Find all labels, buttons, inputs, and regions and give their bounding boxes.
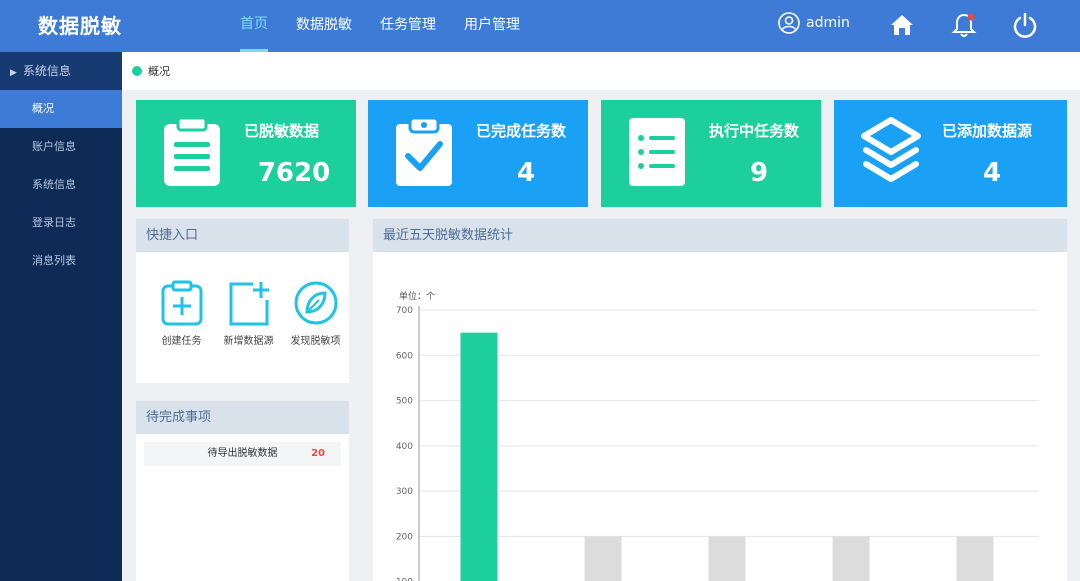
home-icon[interactable] xyxy=(888,11,916,39)
y-tick-label: 200 xyxy=(396,532,413,542)
y-tick-label: 300 xyxy=(396,487,413,497)
chart-bar[interactable] xyxy=(708,536,746,581)
sidebar-item-login-log[interactable]: 登录日志 xyxy=(0,204,122,242)
quick-entry-list: 创建任务 新增数据源 发现脱敏项 xyxy=(136,252,349,347)
sidebar: ▶ 系统信息 概况 账户信息 系统信息 登录日志 消息列表 xyxy=(0,52,122,581)
user-menu[interactable]: admin xyxy=(778,12,850,34)
stat-value: 4 xyxy=(516,158,536,188)
stat-label: 已完成任务数 xyxy=(476,122,567,140)
discover-mask-items-label: 发现脱敏项 xyxy=(290,336,341,347)
chart-bar[interactable] xyxy=(956,536,994,581)
stat-value: 9 xyxy=(749,158,769,188)
y-tick-label: 700 xyxy=(396,306,413,316)
app-logo: 数据脱敏 xyxy=(38,14,122,38)
nav-data-masking[interactable]: 数据脱敏 xyxy=(296,0,352,52)
breadcrumb-current: 概况 xyxy=(148,65,170,78)
nav-home[interactable]: 首页 xyxy=(240,0,268,52)
todo-title: 待完成事项 xyxy=(136,401,349,434)
main-nav: 首页 数据脱敏 任务管理 用户管理 xyxy=(240,0,548,52)
nav-task-management[interactable]: 任务管理 xyxy=(380,0,436,52)
todo-panel: 待完成事项 待导出脱敏数据 20 xyxy=(136,401,349,581)
y-tick-label: 600 xyxy=(396,351,413,361)
stat-value: 4 xyxy=(982,158,1002,188)
stat-value: 7620 xyxy=(257,158,331,188)
add-data-source-button[interactable]: 新增数据源 xyxy=(215,280,282,347)
y-tick-label: 500 xyxy=(396,397,413,407)
chart-title: 最近五天脱敏数据统计 xyxy=(373,219,1067,252)
todo-item-count: 20 xyxy=(311,448,325,459)
sidebar-section-label: 系统信息 xyxy=(22,64,71,78)
stat-card-data-sources[interactable]: 已添加数据源 4 xyxy=(834,100,1067,207)
sidebar-item-overview[interactable]: 概况 xyxy=(0,90,122,128)
layers-icon xyxy=(861,117,921,182)
create-task-button[interactable]: 创建任务 xyxy=(148,280,215,347)
nav-user-management[interactable]: 用户管理 xyxy=(464,0,520,52)
sidebar-item-system[interactable]: 系统信息 xyxy=(0,166,122,204)
breadcrumb: 概况 xyxy=(122,52,1080,90)
sidebar-section-header[interactable]: ▶ 系统信息 xyxy=(0,52,122,90)
stat-label: 执行中任务数 xyxy=(709,122,800,140)
todo-item[interactable]: 待导出脱敏数据 20 xyxy=(144,442,341,466)
bar-chart: 100200300400500600700 xyxy=(396,306,1039,581)
user-icon xyxy=(778,12,800,34)
caret-right-icon: ▶ xyxy=(10,68,17,78)
stat-label: 已脱敏数据 xyxy=(244,122,320,140)
clipboard-list-icon xyxy=(164,116,220,186)
add-data-source-label: 新增数据源 xyxy=(223,336,274,347)
user-name: admin xyxy=(806,15,850,31)
clipboard-check-icon xyxy=(396,116,452,186)
sidebar-item-messages[interactable]: 消息列表 xyxy=(0,242,122,280)
todo-item-label: 待导出脱敏数据 xyxy=(207,448,278,459)
stat-label: 已添加数据源 xyxy=(942,122,1033,140)
file-plus-icon xyxy=(229,282,269,326)
list-icon xyxy=(629,118,685,186)
bell-icon[interactable] xyxy=(950,11,978,39)
chart-bar[interactable] xyxy=(460,332,498,581)
discover-mask-items-button[interactable]: 发现脱敏项 xyxy=(282,280,349,347)
create-task-label: 创建任务 xyxy=(161,336,202,347)
stat-card-completed-tasks[interactable]: 已完成任务数 4 xyxy=(368,100,588,207)
quick-entry-panel: 快捷入口 创建任务 新增数据源 发现脱敏项 xyxy=(136,219,349,383)
chart-panel: 最近五天脱敏数据统计 单位：个 100200300400500600700 xyxy=(373,219,1067,581)
chart-bar[interactable] xyxy=(584,536,622,581)
stat-card-running-tasks[interactable]: 执行中任务数 9 xyxy=(601,100,821,207)
status-dot-icon xyxy=(132,66,142,76)
power-icon[interactable] xyxy=(1011,11,1039,39)
stat-card-masked-data[interactable]: 已脱敏数据 7620 xyxy=(136,100,356,207)
leaf-compass-icon xyxy=(294,281,337,325)
y-tick-label: 400 xyxy=(396,442,413,452)
top-bar: 数据脱敏 首页 数据脱敏 任务管理 用户管理 admin xyxy=(0,0,1080,52)
quick-entry-title: 快捷入口 xyxy=(136,219,349,252)
sidebar-item-account[interactable]: 账户信息 xyxy=(0,128,122,166)
clipboard-plus-icon xyxy=(161,280,202,326)
chart-bar[interactable] xyxy=(832,536,870,581)
